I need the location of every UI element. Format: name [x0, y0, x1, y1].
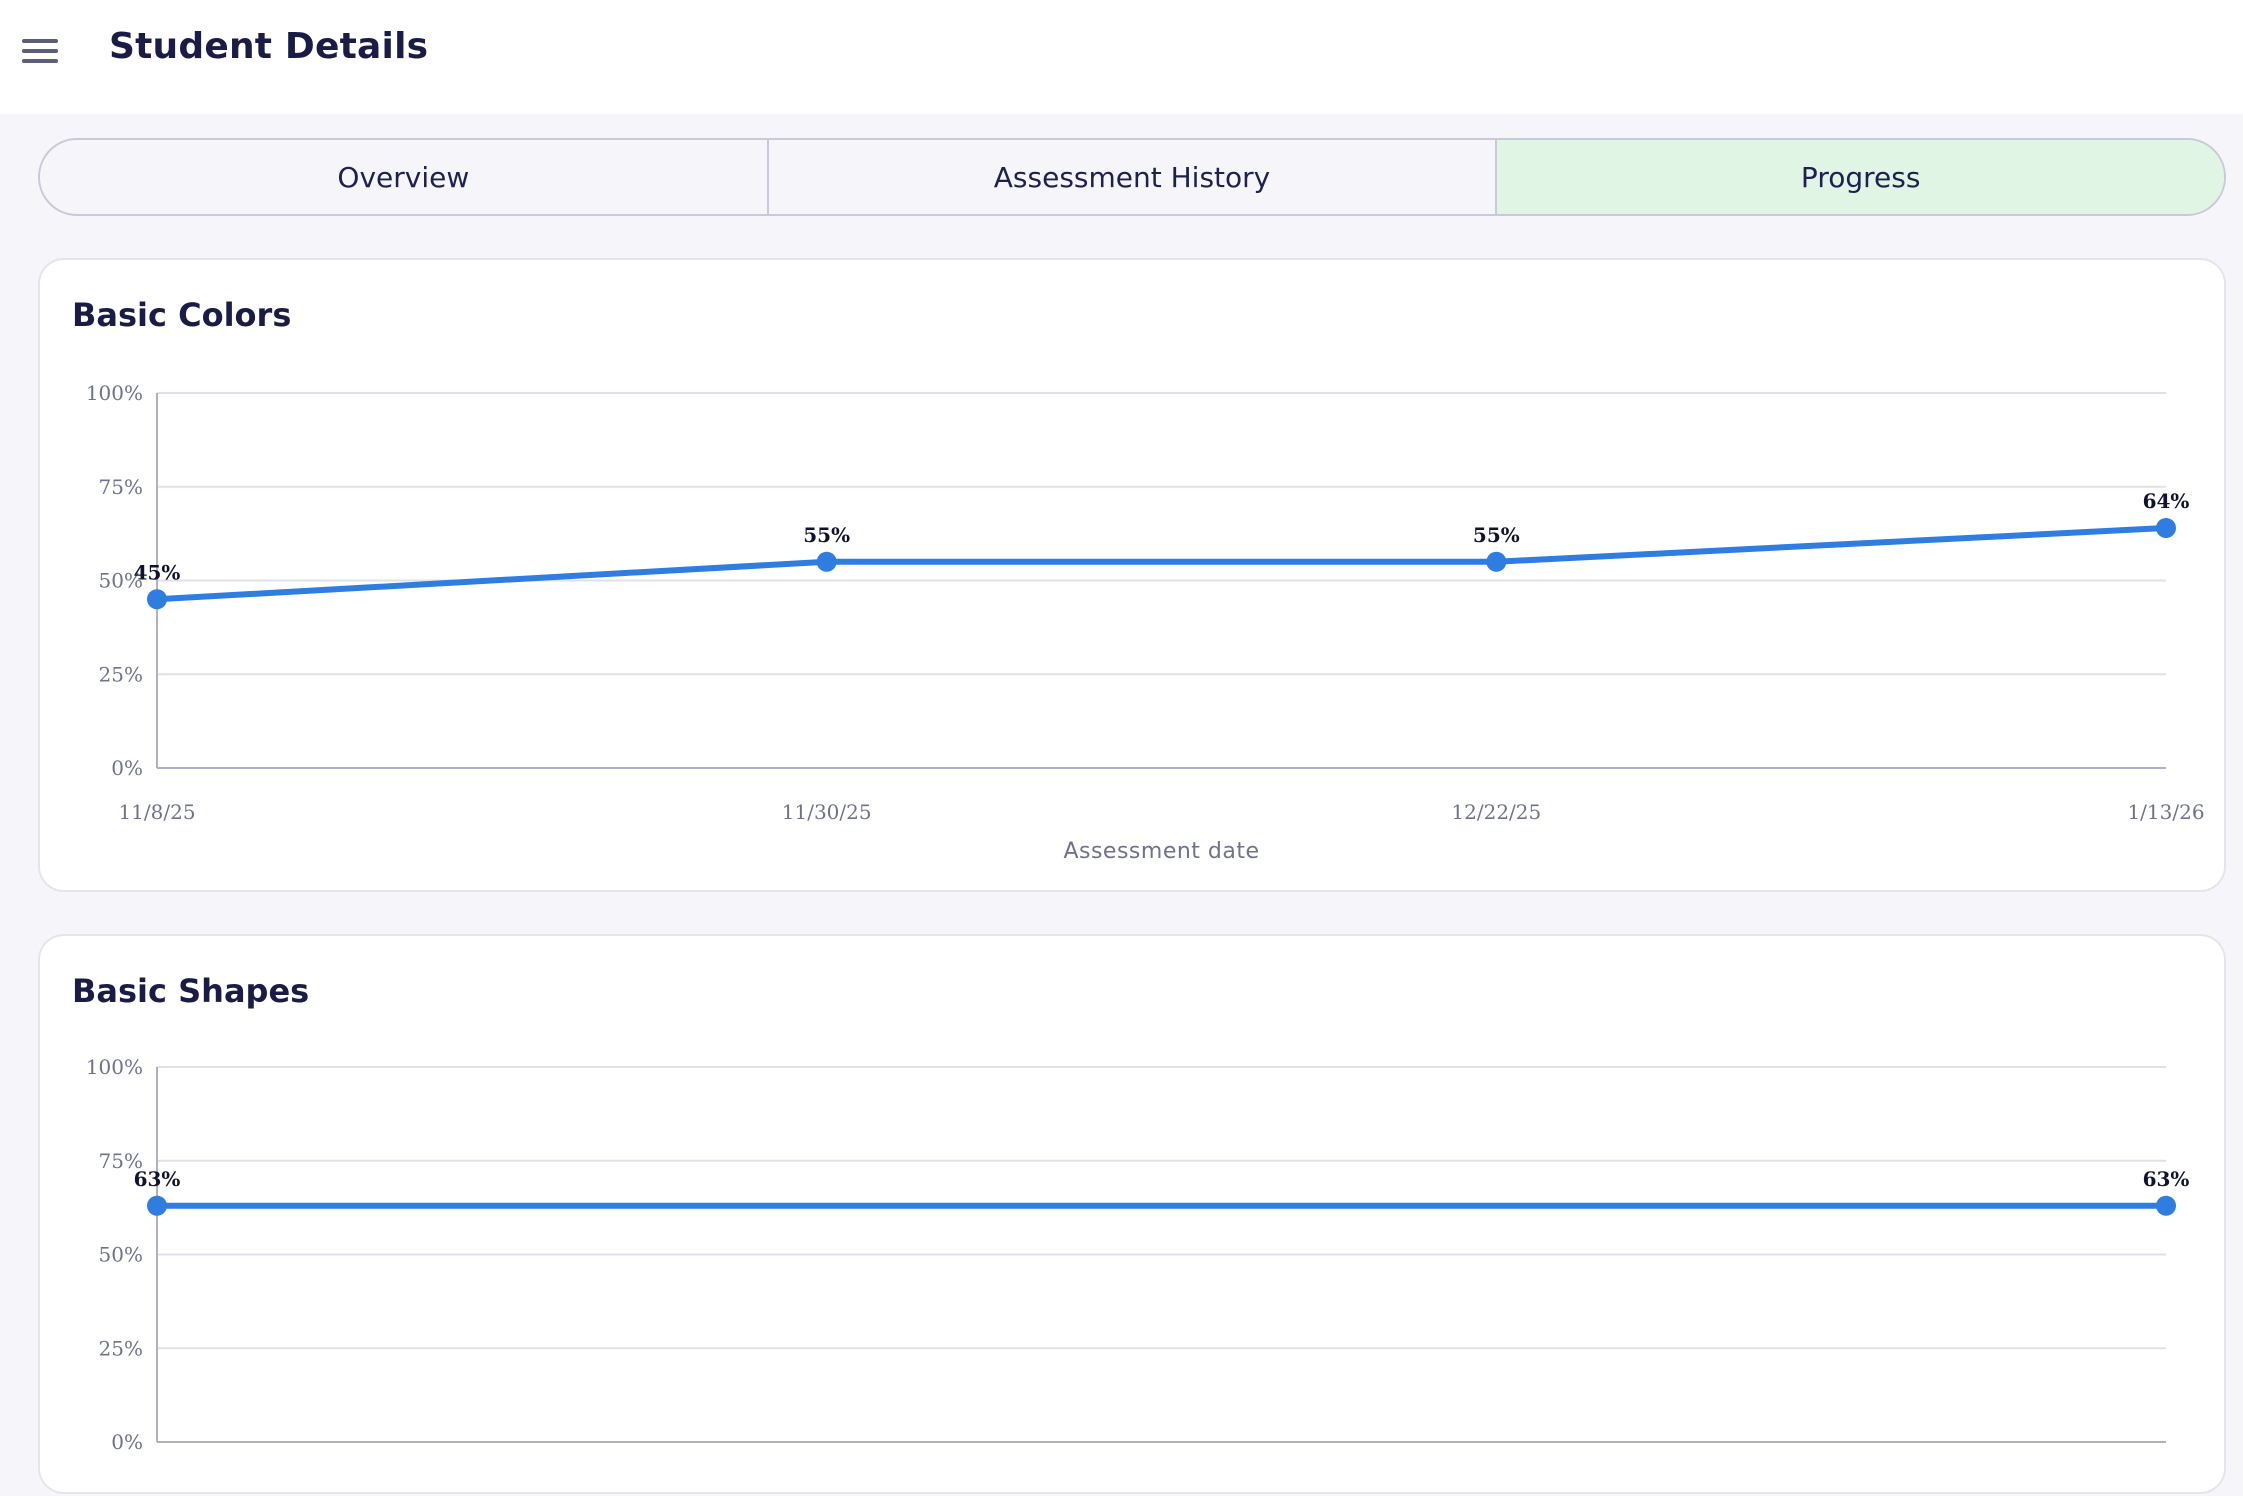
x-tick-label: 11/8/25 — [118, 800, 195, 824]
y-tick-label: 100% — [86, 1055, 143, 1079]
menu-line — [22, 39, 58, 43]
tab-bar: Overview Assessment History Progress — [38, 138, 2226, 216]
data-point — [2156, 518, 2176, 538]
basic-colors-chart-card: Basic Colors 0% 25% 50% 75% 100% 11/8/25 11/30… — [38, 258, 2226, 892]
page-title: Student Details — [109, 26, 429, 67]
basic-shapes-line-chart: 0%25%50%75%100%63% 63% — [86, 1055, 2190, 1454]
x-tick-label: 11/30/25 — [782, 800, 872, 824]
basic-shapes-chart-card: Basic Shapes 0% 25% 50% 75% 100% 63% 63% — [38, 934, 2226, 1494]
tab-progress[interactable]: Progress — [1495, 140, 2224, 214]
menu-line — [22, 49, 58, 53]
y-tick-label: 25% — [99, 1336, 143, 1360]
data-label: 55% — [803, 523, 850, 547]
data-point — [816, 551, 837, 572]
data-point — [147, 589, 167, 610]
basic-colors-line-chart: 0%25%50%75%100%11/8/25 11/30/25 12/22/25 1/… — [86, 381, 2205, 864]
y-tick-label: 50% — [99, 1243, 143, 1267]
y-tick-label: 75% — [99, 475, 143, 499]
y-tick-label: 25% — [99, 662, 143, 686]
menu-line — [22, 59, 58, 63]
y-tick-label: 0% — [111, 1430, 143, 1454]
data-label: 55% — [1473, 523, 1520, 547]
y-tick-label: 0% — [111, 756, 143, 780]
tab-overview[interactable]: Overview — [40, 140, 767, 214]
app-bar: Student Details — [0, 0, 2243, 114]
x-tick-label: 1/13/26 — [2127, 800, 2204, 824]
x-tick-label: 12/22/25 — [1451, 800, 1541, 824]
x-axis-title: Assessment date — [1063, 839, 1259, 864]
data-point — [2156, 1195, 2176, 1216]
data-point — [1486, 551, 1507, 572]
y-tick-label: 100% — [86, 381, 143, 405]
data-label: 45% — [134, 560, 181, 584]
tab-assessment-history[interactable]: Assessment History — [766, 140, 1496, 214]
data-label: 64% — [2143, 489, 2190, 513]
data-label: 63% — [134, 1167, 181, 1191]
data-point — [147, 1195, 167, 1216]
hamburger-menu-icon[interactable] — [22, 31, 76, 71]
series-line — [154, 525, 2169, 603]
data-label: 63% — [2143, 1167, 2190, 1191]
